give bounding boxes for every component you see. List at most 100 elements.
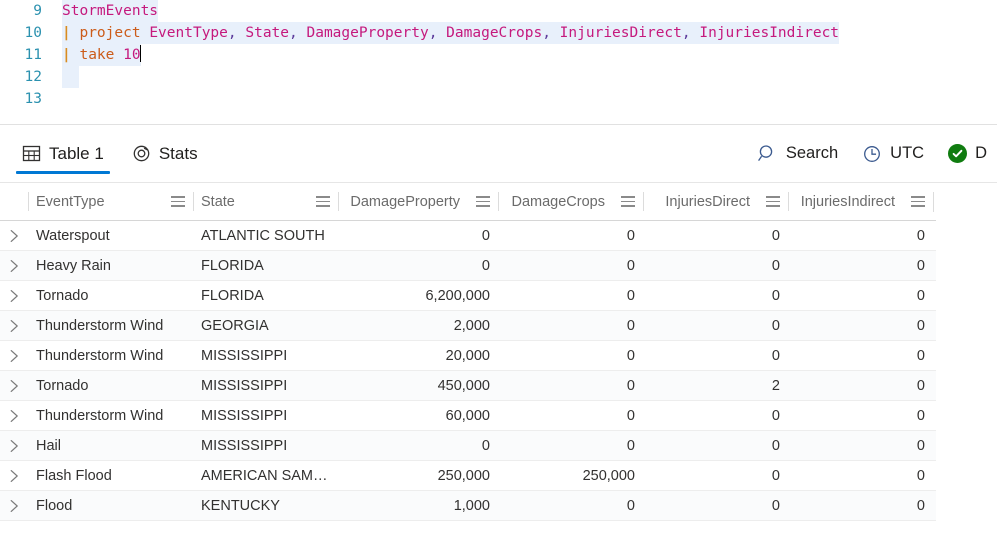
column-header-injuriesdirect[interactable]: InjuriesDirect <box>643 183 788 220</box>
code-line-text[interactable]: | take 10 <box>52 44 142 66</box>
row-expand-chevron-icon[interactable] <box>0 229 28 243</box>
column-menu-icon[interactable] <box>161 196 185 207</box>
cell-damagecrops: 0 <box>626 347 635 364</box>
cell-damageproperty: 450,000 <box>437 377 490 394</box>
search-icon <box>757 143 778 164</box>
code-line-highlight <box>62 88 79 110</box>
code-line[interactable]: 10 | project EventType, State, DamageProp… <box>0 22 997 44</box>
cell-injuriesdirect: 0 <box>771 407 780 424</box>
code-line[interactable]: 11 | take 10 <box>0 44 997 66</box>
code-line[interactable]: 13 <box>0 88 997 110</box>
code-line-text[interactable]: | project EventType, State, DamageProper… <box>52 22 840 44</box>
cell-eventtype: Waterspout <box>36 227 110 244</box>
cell-damagecrops: 0 <box>626 437 635 454</box>
search-button[interactable]: Search <box>747 137 848 170</box>
column-header-eventtype[interactable]: EventType <box>28 183 193 220</box>
cell-eventtype: Thunderstorm Wind <box>36 407 164 424</box>
donut-icon <box>132 144 151 163</box>
code-line[interactable]: 9 StormEvents <box>0 0 997 22</box>
row-expand-chevron-icon[interactable] <box>0 409 28 423</box>
cell-damagecrops: 0 <box>626 227 635 244</box>
cell-damagecrops: 0 <box>626 317 635 334</box>
code-token: EventType <box>149 25 228 41</box>
row-expand-chevron-icon[interactable] <box>0 439 28 453</box>
column-header-damageproperty[interactable]: DamageProperty <box>338 183 498 220</box>
table-icon <box>22 144 41 163</box>
cell-eventtype: Thunderstorm Wind <box>36 347 164 364</box>
cell-state: MISSISSIPPI <box>201 407 288 424</box>
code-token: DamageProperty <box>306 25 429 41</box>
code-token: project <box>79 25 150 41</box>
search-button-label: Search <box>785 144 839 162</box>
cell-state: MISSISSIPPI <box>201 437 288 454</box>
cell-state: MISSISSIPPI <box>201 377 288 394</box>
row-expand-chevron-icon[interactable] <box>0 379 28 393</box>
code-line-text[interactable]: StormEvents <box>52 0 159 22</box>
table-row[interactable]: Thunderstorm Wind MISSISSIPPI 60,000 0 0 0 <box>0 401 936 431</box>
code-line-text[interactable] <box>52 66 80 88</box>
line-number: 12 <box>24 69 42 85</box>
code-line-highlight <box>62 66 80 88</box>
code-token: take <box>79 47 124 63</box>
row-expand-chevron-icon[interactable] <box>0 349 28 363</box>
column-header-injuriesindirect[interactable]: InjuriesIndirect <box>788 183 933 220</box>
code-line[interactable]: 12 <box>0 66 997 88</box>
cell-state: ATLANTIC SOUTH <box>201 227 325 244</box>
table-row[interactable]: Tornado MISSISSIPPI 450,000 0 2 0 <box>0 371 936 401</box>
row-expand-chevron-icon[interactable] <box>0 499 28 513</box>
cell-damagecrops: 0 <box>626 497 635 514</box>
tab-stats[interactable]: Stats <box>118 125 212 182</box>
row-expand-chevron-icon[interactable] <box>0 469 28 483</box>
cell-damagecrops: 0 <box>626 257 635 274</box>
code-line-highlight: | take 10 <box>62 44 141 66</box>
cell-injuriesdirect: 0 <box>771 437 780 454</box>
row-expand-chevron-icon[interactable] <box>0 289 28 303</box>
code-token: , <box>289 25 307 41</box>
cell-injuriesdirect: 0 <box>771 317 780 334</box>
column-header-label: EventType <box>36 193 105 210</box>
cell-state: FLORIDA <box>201 257 264 274</box>
table-row[interactable]: Flood KENTUCKY 1,000 0 0 0 <box>0 491 936 521</box>
cell-injuriesindirect: 0 <box>916 407 925 424</box>
row-expand-chevron-icon[interactable] <box>0 259 28 273</box>
column-menu-icon[interactable] <box>901 196 925 207</box>
column-menu-icon[interactable] <box>466 196 490 207</box>
cell-state: KENTUCKY <box>201 497 280 514</box>
tab-table-1[interactable]: Table 1 <box>8 125 118 182</box>
cell-injuriesindirect: 0 <box>916 467 925 484</box>
code-line-highlight: | project EventType, State, DamageProper… <box>62 22 840 44</box>
table-row[interactable]: Hail MISSISSIPPI 0 0 0 0 <box>0 431 936 461</box>
column-header-label: InjuriesIndirect <box>800 193 895 210</box>
code-line-text[interactable] <box>52 88 79 110</box>
cell-injuriesindirect: 0 <box>916 437 925 454</box>
timezone-button[interactable]: UTC <box>852 138 934 170</box>
code-token: , <box>227 25 246 41</box>
table-row[interactable]: Tornado FLORIDA 6,200,000 0 0 0 <box>0 281 936 311</box>
clock-icon <box>862 144 882 164</box>
cell-injuriesdirect: 0 <box>771 227 780 244</box>
column-header-damagecrops[interactable]: DamageCrops <box>498 183 643 220</box>
cell-injuriesindirect: 0 <box>916 347 925 364</box>
cell-injuriesdirect: 0 <box>771 347 780 364</box>
query-editor[interactable]: 9 StormEvents 10 | project EventType, State… <box>0 0 997 125</box>
column-menu-icon[interactable] <box>611 196 635 207</box>
column-header-label: State <box>201 193 235 210</box>
table-row[interactable]: Flash Flood AMERICAN SAM… 250,000 250,000 0 0 <box>0 461 936 491</box>
table-row[interactable]: Waterspout ATLANTIC SOUTH 0 0 0 0 <box>0 221 936 251</box>
table-row[interactable]: Thunderstorm Wind MISSISSIPPI 20,000 0 0 0 <box>0 341 936 371</box>
success-check-icon <box>948 144 968 163</box>
code-token: State <box>245 25 290 41</box>
cell-eventtype: Heavy Rain <box>36 257 111 274</box>
column-header-label: DamageCrops <box>511 193 606 210</box>
table-row[interactable]: Thunderstorm Wind GEORGIA 2,000 0 0 0 <box>0 311 936 341</box>
cell-injuriesindirect: 0 <box>916 287 925 304</box>
column-header-state[interactable]: State <box>193 183 338 220</box>
table-row[interactable]: Heavy Rain FLORIDA 0 0 0 0 <box>0 251 936 281</box>
results-toolbar-actions: Search UTC D <box>747 137 997 170</box>
column-menu-icon[interactable] <box>756 196 780 207</box>
code-line-highlight: StormEvents <box>62 0 159 22</box>
query-status-button[interactable]: D <box>938 138 997 169</box>
column-menu-icon[interactable] <box>306 196 330 207</box>
row-expand-chevron-icon[interactable] <box>0 319 28 333</box>
cell-damagecrops: 250,000 <box>582 467 635 484</box>
